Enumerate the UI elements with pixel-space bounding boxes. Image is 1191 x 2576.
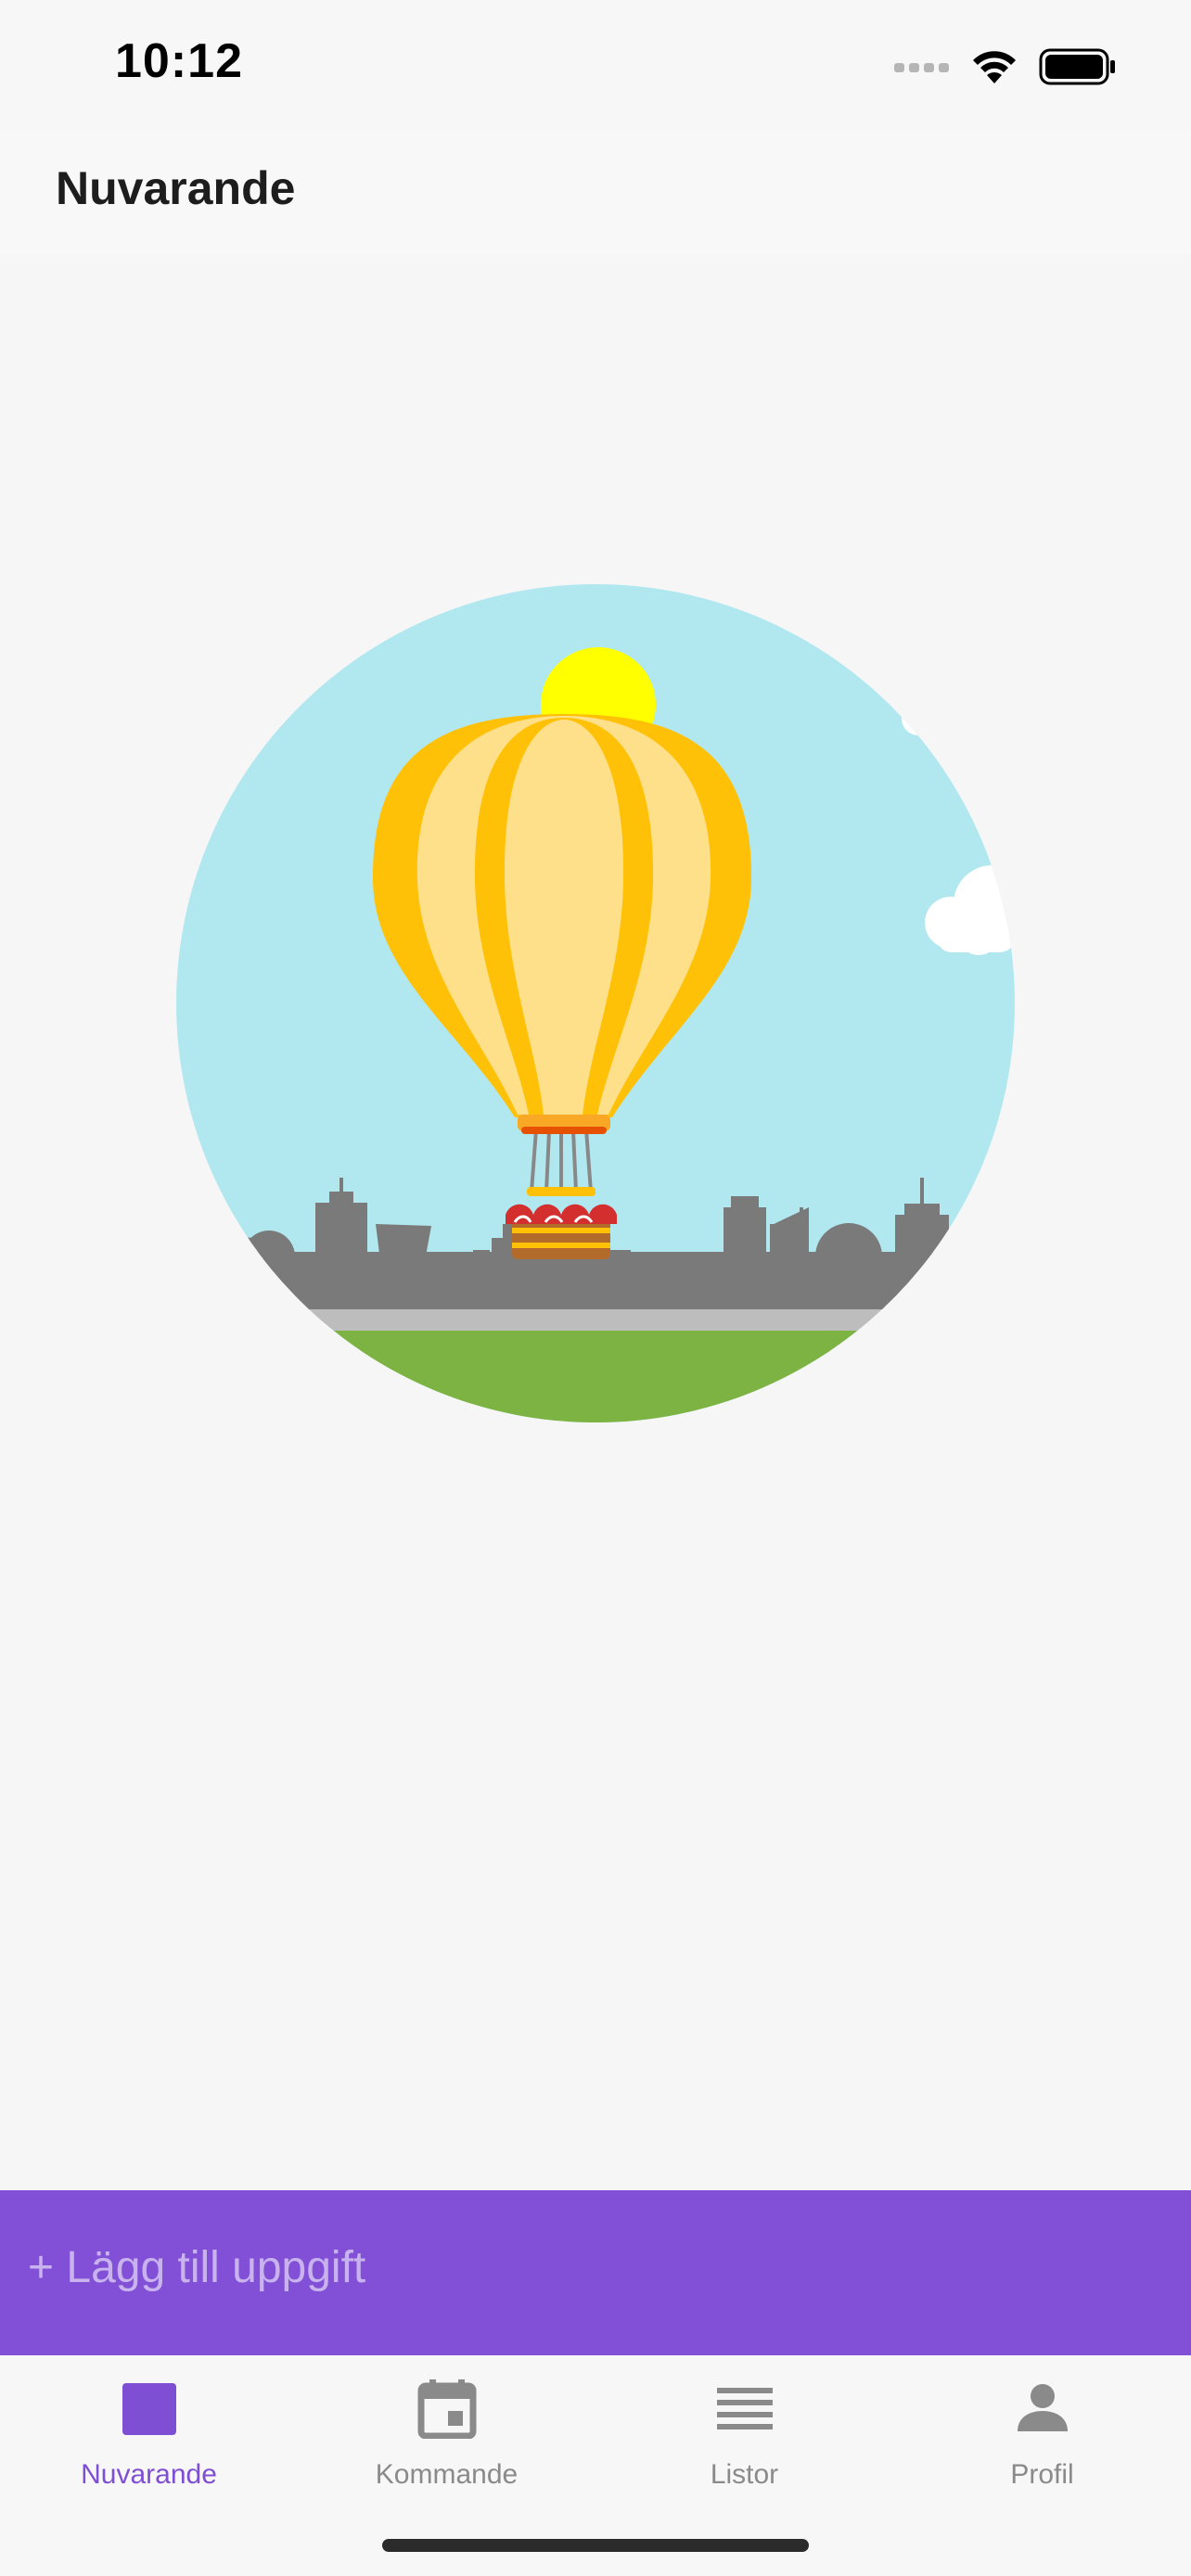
tab-profil[interactable]: Profil xyxy=(893,2355,1191,2513)
home-indicator xyxy=(382,2539,809,2552)
main-content xyxy=(0,254,1191,2190)
cellular-signal-icon xyxy=(894,63,949,72)
calendar-icon xyxy=(417,2379,476,2439)
add-task-label: + Lägg till uppgift xyxy=(28,2243,366,2292)
hot-air-balloon-illustration xyxy=(176,584,1015,1422)
battery-icon xyxy=(1039,48,1115,85)
status-bar: 10:12 xyxy=(0,0,1191,130)
tab-kommande[interactable]: Kommande xyxy=(298,2355,596,2513)
add-task-button[interactable]: + Lägg till uppgift xyxy=(0,2190,1191,2355)
tab-listor[interactable]: Listor xyxy=(596,2355,893,2513)
page-title: Nuvarande xyxy=(56,162,296,214)
tab-label: Profil xyxy=(1010,2459,1074,2490)
status-icons xyxy=(894,45,1117,89)
tab-label: Nuvarande xyxy=(81,2459,217,2490)
wifi-icon xyxy=(973,51,1016,83)
list-icon xyxy=(716,2388,773,2429)
tab-label: Kommande xyxy=(375,2459,519,2490)
tab-label: Listor xyxy=(710,2459,779,2490)
square-icon xyxy=(122,2383,176,2435)
tab-nuvarande[interactable]: Nuvarande xyxy=(0,2355,298,2513)
tab-bar: Nuvarande Kommande Listor Profil xyxy=(0,2355,1191,2576)
person-icon xyxy=(1017,2384,1068,2431)
app-header: Nuvarande xyxy=(0,130,1191,254)
status-time: 10:12 xyxy=(115,34,243,88)
